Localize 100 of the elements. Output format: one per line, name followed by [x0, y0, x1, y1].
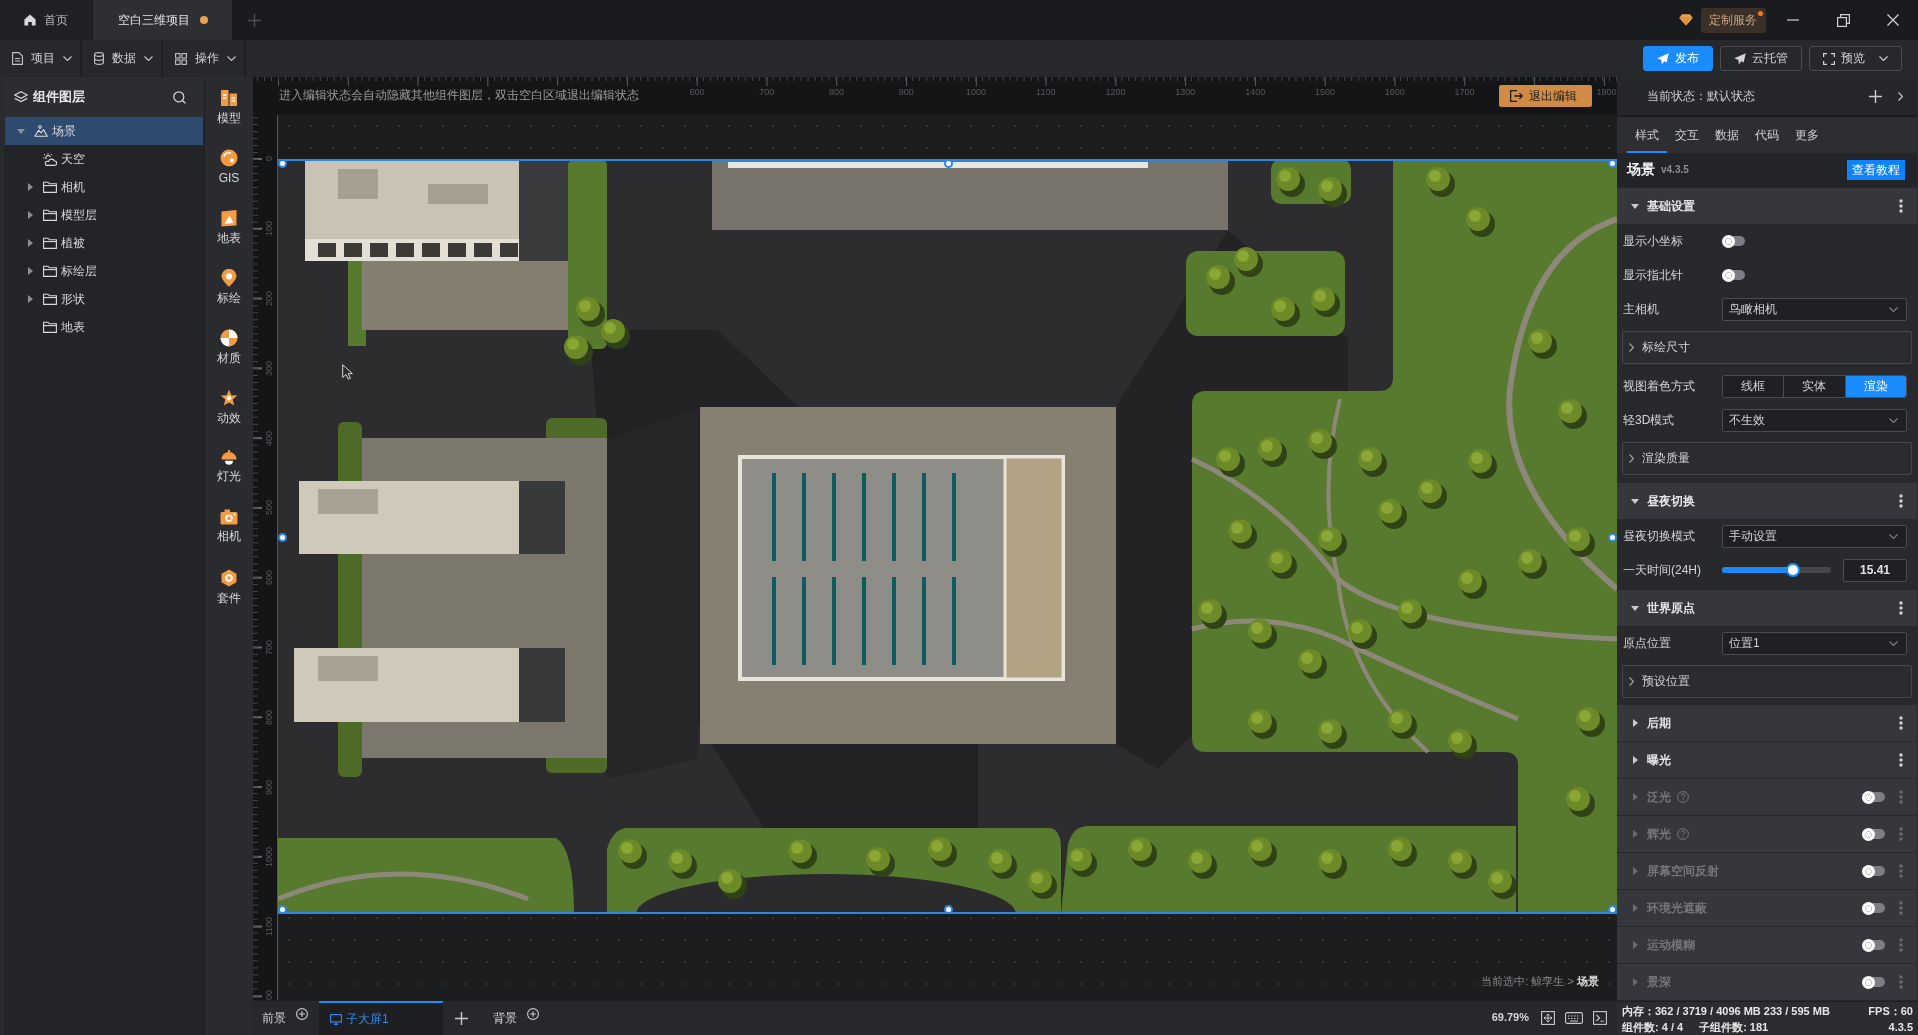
select-field[interactable]: 手动设置 — [1722, 524, 1907, 548]
more-icon[interactable] — [1899, 716, 1903, 730]
tree-item[interactable]: 天空 — [5, 145, 203, 173]
resize-handle[interactable] — [278, 532, 287, 542]
hosting-button[interactable]: 云托管 — [1720, 46, 1802, 71]
window-tab[interactable]: 首页 — [0, 0, 92, 40]
more-icon[interactable] — [1899, 199, 1903, 213]
toggle-switch[interactable] — [1862, 790, 1885, 804]
exit-edit-button[interactable]: 退出编辑 — [1499, 85, 1593, 107]
terminal-icon[interactable] — [1593, 1011, 1607, 1025]
database-icon — [94, 52, 104, 65]
tool-button[interactable]: 灯光 — [205, 440, 253, 500]
field-label: 显示小坐标 — [1623, 233, 1684, 249]
tool-button[interactable]: 材质 — [205, 320, 253, 380]
number-field[interactable]: 15.41 — [1843, 558, 1907, 582]
caret-right-icon[interactable] — [27, 295, 33, 303]
tab[interactable]: 交互 — [1667, 117, 1707, 153]
chevron-right-icon[interactable] — [1898, 91, 1903, 101]
select-field[interactable]: 不生效 — [1722, 408, 1907, 432]
caret-right-icon[interactable] — [1632, 719, 1638, 727]
chevron-down-icon — [63, 56, 72, 61]
toggle-switch[interactable] — [1862, 864, 1885, 878]
toggle-switch[interactable] — [1862, 901, 1885, 915]
more-icon[interactable] — [1899, 753, 1903, 767]
caret-right-icon[interactable] — [27, 183, 33, 191]
tool-button[interactable]: 标绘 — [205, 260, 253, 320]
service-badge[interactable]: 定制服务 — [1701, 7, 1766, 33]
tutorial-button[interactable]: 查看教程 — [1847, 160, 1905, 180]
keyboard-icon[interactable] — [1565, 1012, 1583, 1024]
section-header[interactable]: 后期 — [1617, 705, 1917, 742]
tool-button[interactable]: 动效 — [205, 380, 253, 440]
caret-right-icon[interactable] — [27, 239, 33, 247]
segment-option[interactable]: 实体 — [1784, 375, 1846, 397]
star-icon — [220, 389, 238, 407]
add-circle-icon[interactable] — [296, 1008, 308, 1020]
search-icon[interactable] — [173, 90, 186, 104]
tree-item[interactable]: 地表 — [5, 313, 203, 341]
tree-item[interactable]: 形状 — [5, 285, 203, 313]
toggle-switch[interactable] — [1722, 268, 1745, 282]
more-icon[interactable] — [1899, 601, 1903, 615]
select-field[interactable]: 鸟瞰相机 — [1722, 297, 1907, 321]
toggle-switch[interactable] — [1862, 827, 1885, 841]
caret-down-icon[interactable] — [1631, 498, 1639, 504]
fit-screen-icon[interactable] — [1541, 1011, 1555, 1025]
section-header[interactable]: 昼夜切换 — [1617, 483, 1917, 519]
hexagon-icon — [220, 569, 238, 587]
collapsible-group[interactable]: 渲染质量 — [1622, 442, 1912, 475]
select-field[interactable]: 位置1 — [1722, 631, 1907, 655]
slider-track[interactable] — [1722, 563, 1831, 577]
resize-handle[interactable] — [943, 159, 953, 168]
caret-right-icon[interactable] — [1632, 756, 1638, 764]
preview-button[interactable]: 预览 — [1809, 46, 1902, 71]
screen-tab[interactable]: 子大屏1 — [319, 1001, 443, 1035]
resize-handle[interactable] — [943, 905, 953, 914]
tool-button[interactable]: 地表 — [205, 200, 253, 260]
tool-button[interactable]: 模型 — [205, 80, 253, 140]
layer-tab[interactable]: 前景 — [262, 1010, 286, 1026]
tool-button[interactable]: 相机 — [205, 500, 253, 560]
tree-item[interactable]: 模型层 — [5, 201, 203, 229]
quartered-circle-icon — [220, 329, 238, 347]
slider-thumb[interactable] — [1785, 563, 1800, 577]
tree-item[interactable]: 标绘层 — [5, 257, 203, 285]
tool-button[interactable]: 套件 — [205, 560, 253, 620]
ruler-label: 600 — [689, 86, 705, 98]
ruler-label: 1600 — [1384, 86, 1405, 98]
resize-handle[interactable] — [278, 159, 287, 168]
resize-handle[interactable] — [278, 905, 287, 914]
section-header[interactable]: 世界原点 — [1617, 590, 1917, 626]
segment-option[interactable]: 线框 — [1723, 375, 1785, 397]
collapsible-group[interactable]: 预设位置 — [1622, 665, 1912, 698]
section-title: 曝光 — [1647, 752, 1671, 768]
grid-icon — [175, 52, 187, 65]
tree-item[interactable]: 相机 — [5, 173, 203, 201]
section-header[interactable]: 基础设置 — [1617, 188, 1917, 224]
add-circle-icon[interactable] — [527, 1008, 539, 1020]
ruler-label: 1300 — [1175, 86, 1196, 98]
building-blocks-icon — [220, 89, 238, 107]
field-label: 原点位置 — [1623, 635, 1672, 651]
layer-tab[interactable]: 背景 — [493, 1010, 517, 1026]
caret-right-icon[interactable] — [27, 211, 33, 219]
section-header[interactable]: 曝光 — [1617, 742, 1917, 779]
section-title: 运动模糊 — [1647, 937, 1695, 953]
caret-right-icon[interactable] — [27, 267, 33, 275]
tree-item[interactable]: 场景 — [5, 117, 203, 145]
more-icon[interactable] — [1899, 494, 1903, 508]
caret-down-icon[interactable] — [1631, 605, 1639, 611]
tab[interactable]: 更多 — [1787, 117, 1827, 153]
toggle-switch[interactable] — [1862, 938, 1885, 952]
caret-down-icon[interactable] — [1631, 203, 1639, 209]
mouse-cursor-icon — [342, 364, 353, 380]
tab[interactable]: 代码 — [1747, 117, 1787, 153]
tool-button[interactable]: GIS — [205, 140, 253, 200]
window-tab[interactable]: 空白三维项目 — [93, 0, 232, 40]
tab[interactable]: 数据 — [1707, 117, 1747, 153]
chevron-down-icon — [227, 56, 236, 61]
version-label: v4.3.5 — [1661, 163, 1689, 177]
tree-item[interactable]: 植被 — [5, 229, 203, 257]
toggle-switch[interactable] — [1722, 234, 1745, 248]
toggle-switch[interactable] — [1862, 975, 1885, 989]
collapsible-group[interactable]: 标绘尺寸 — [1622, 331, 1912, 364]
